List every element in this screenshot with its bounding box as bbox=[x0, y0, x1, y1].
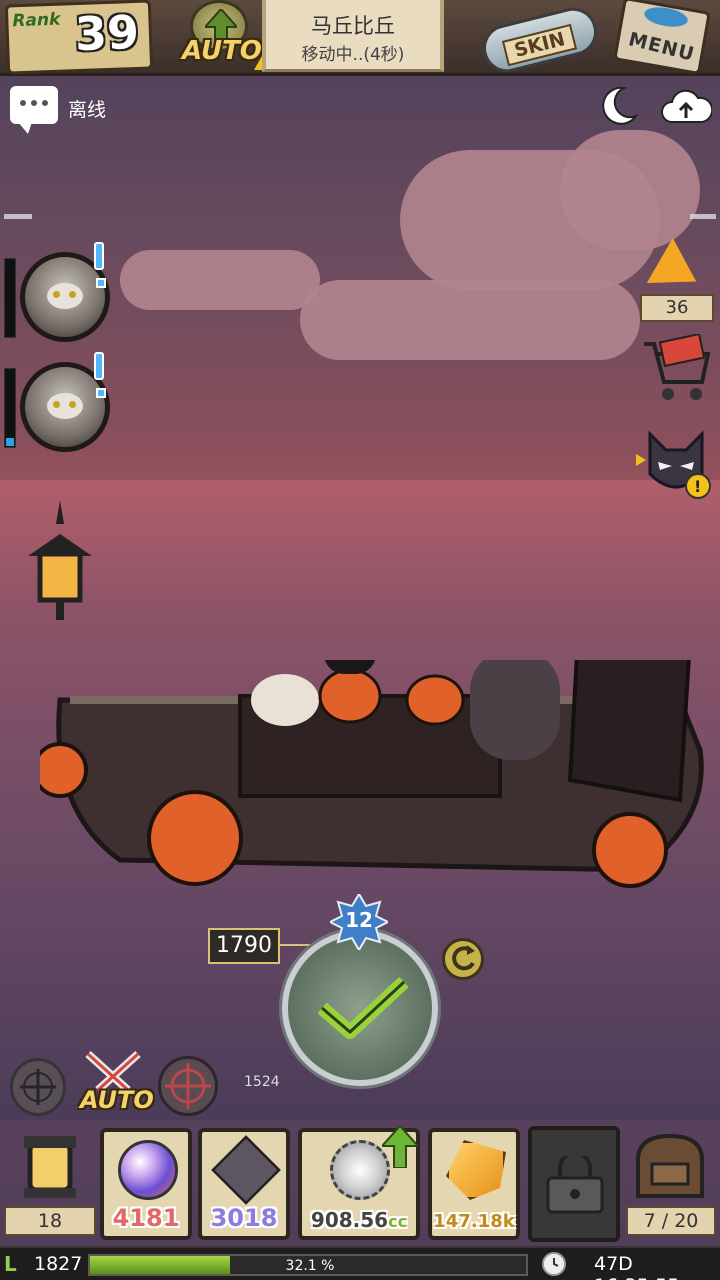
auto-battle-button[interactable]: AUTO bbox=[78, 1050, 154, 1120]
candy-corn-item[interactable]: 36 bbox=[640, 237, 714, 326]
distance-value: 1790 bbox=[208, 928, 280, 964]
location-status: 移动中..(4秒) bbox=[301, 45, 405, 65]
auto-sail-button[interactable]: AUTO bbox=[176, 0, 262, 72]
skin-button[interactable]: SKIN bbox=[474, 2, 604, 78]
shell-value: 3018 bbox=[210, 1204, 278, 1232]
alert-icon bbox=[94, 352, 106, 398]
pearl-value: 4181 bbox=[112, 1204, 180, 1232]
crew-energy-bar bbox=[4, 368, 16, 448]
amber-slot[interactable]: 147.18k bbox=[428, 1128, 520, 1240]
location-name: 马丘比丘 bbox=[311, 14, 395, 38]
gear-icon bbox=[330, 1140, 390, 1200]
shop-cart-icon[interactable] bbox=[640, 332, 714, 404]
pearl-icon bbox=[118, 1140, 178, 1200]
lantern-icon bbox=[24, 1136, 76, 1198]
amber-value: 147.18k bbox=[433, 1211, 515, 1232]
cloud-decoration bbox=[560, 130, 700, 250]
checkmark-icon bbox=[318, 976, 408, 1039]
side-indicator bbox=[690, 214, 716, 219]
auto-battle-label: AUTO bbox=[80, 1086, 154, 1114]
status-bar: L 1827 32.1 % 47D 16:35:55 bbox=[0, 1246, 720, 1280]
gear-slot[interactable]: 908.56cc bbox=[298, 1126, 420, 1240]
pearl-slot[interactable]: 4181 bbox=[100, 1128, 192, 1240]
lock-icon bbox=[546, 1156, 604, 1214]
stone-shell-icon bbox=[211, 1135, 281, 1205]
rank-value: 39 bbox=[73, 4, 140, 62]
lantern-slot[interactable]: 18 bbox=[4, 1130, 96, 1240]
shell-slot[interactable]: 3018 bbox=[198, 1128, 290, 1240]
location-panel[interactable]: 马丘比丘 移动中..(4秒) bbox=[262, 0, 444, 72]
exp-percent: 32.1 % bbox=[285, 1258, 335, 1274]
rank-badge[interactable]: Rank 39 bbox=[4, 0, 154, 75]
level-star-badge: 12 bbox=[330, 894, 388, 950]
rank-label: Rank bbox=[12, 9, 61, 32]
crew-portrait-2[interactable] bbox=[4, 352, 110, 454]
level-star-value: 12 bbox=[345, 908, 373, 932]
cloud-upload-icon[interactable] bbox=[660, 86, 714, 126]
confirm-action-button[interactable] bbox=[282, 930, 438, 1086]
side-indicator bbox=[4, 214, 32, 219]
backpack-slot[interactable]: 7 / 20 bbox=[626, 1130, 716, 1240]
offline-status: 离线 bbox=[68, 99, 107, 121]
alert-icon bbox=[94, 242, 106, 288]
auto-sail-label: AUTO bbox=[182, 36, 262, 66]
cloud-decoration bbox=[120, 250, 320, 310]
crew-energy-bar bbox=[4, 258, 16, 338]
menu-button[interactable]: MENU bbox=[613, 0, 714, 76]
level-icon: L bbox=[4, 1252, 17, 1276]
moon-icon[interactable] bbox=[596, 84, 640, 128]
cat-mask-icon[interactable]: ! bbox=[636, 424, 716, 500]
player-level: 1827 bbox=[34, 1253, 83, 1275]
lantern-count: 18 bbox=[4, 1206, 96, 1236]
gear-value: 908.56cc bbox=[310, 1208, 408, 1232]
clock-icon bbox=[542, 1252, 566, 1276]
ghost-boat bbox=[32, 562, 710, 890]
svg-text:!: ! bbox=[694, 477, 701, 496]
lantern-post-decoration bbox=[20, 500, 100, 620]
locked-slot[interactable] bbox=[528, 1126, 620, 1242]
play-time: 47D 16:35:55 bbox=[594, 1253, 679, 1280]
cloud-decoration bbox=[300, 280, 640, 360]
chat-icon[interactable] bbox=[10, 86, 58, 134]
refresh-icon[interactable] bbox=[442, 938, 484, 980]
crew-portrait-1[interactable] bbox=[4, 242, 110, 344]
backpack-icon bbox=[636, 1133, 704, 1198]
crosshair-icon[interactable] bbox=[158, 1056, 218, 1116]
compass-icon[interactable] bbox=[10, 1058, 66, 1116]
amber-crystal-icon bbox=[446, 1140, 506, 1200]
sub-distance-value: 1524 bbox=[244, 1074, 280, 1090]
candy-count: 36 bbox=[640, 294, 714, 322]
exp-progress-bar: 32.1 % bbox=[88, 1254, 528, 1276]
upgrade-arrow-icon bbox=[382, 1126, 418, 1168]
backpack-capacity: 7 / 20 bbox=[626, 1206, 716, 1236]
